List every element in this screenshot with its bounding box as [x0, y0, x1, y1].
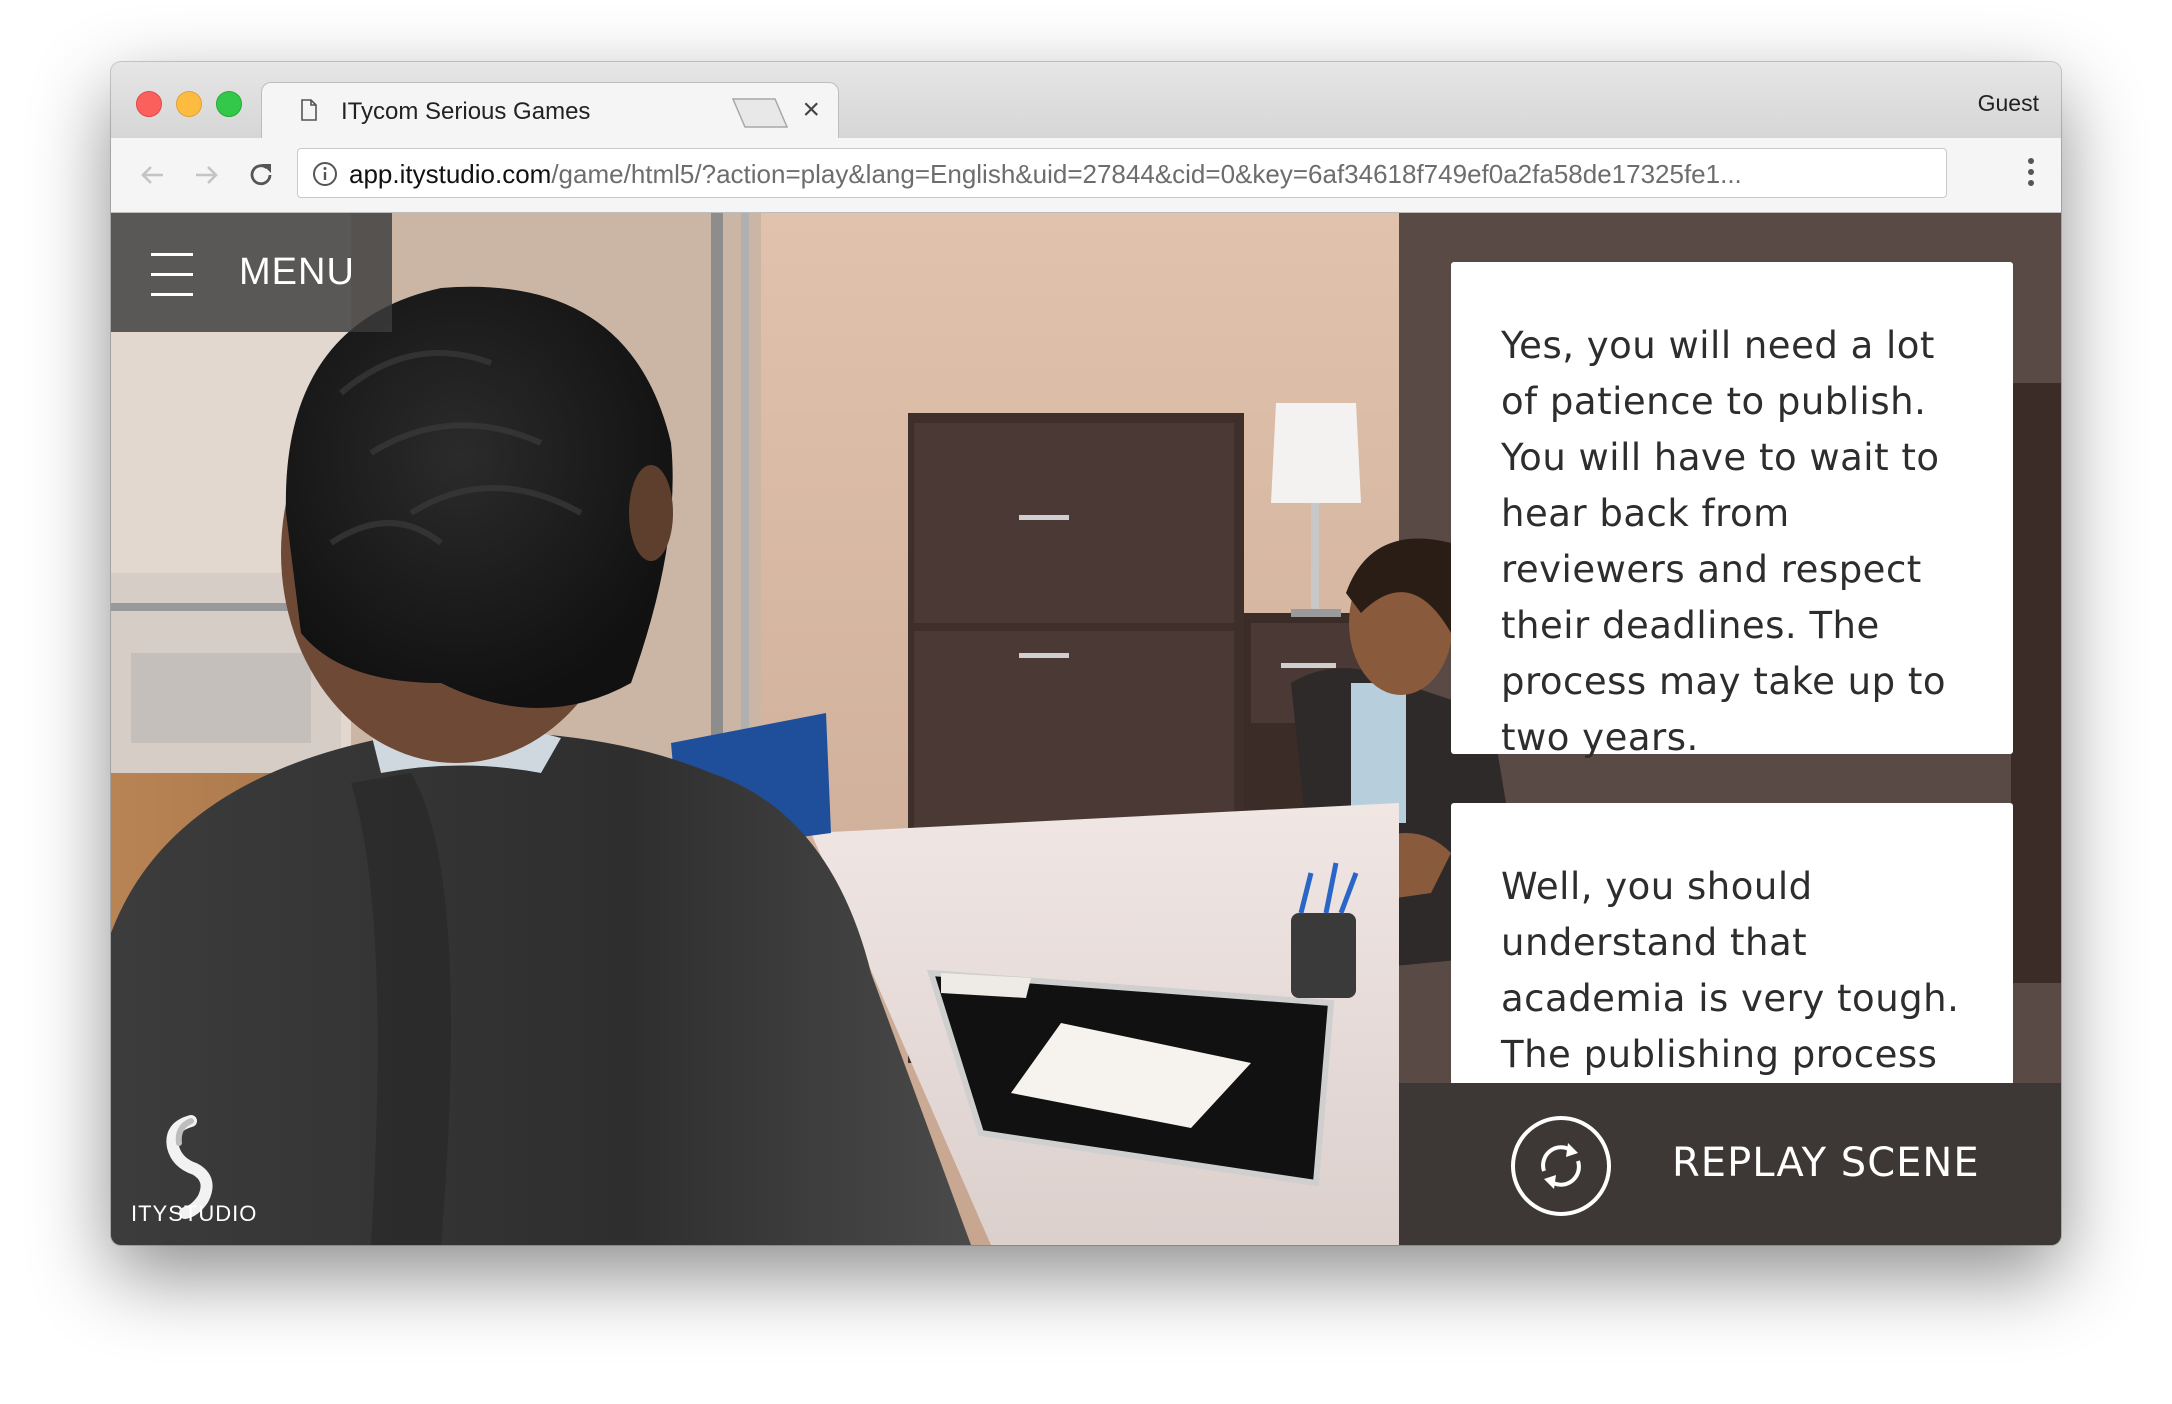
window-minimize-button[interactable]: [176, 91, 202, 117]
forward-arrow-icon[interactable]: [190, 158, 224, 192]
back-arrow-icon[interactable]: [135, 158, 169, 192]
profile-button[interactable]: Guest: [1978, 90, 2039, 117]
browser-toolbar: app.itystudio.com/game/html5/?action=pla…: [111, 138, 2061, 213]
url-text[interactable]: app.itystudio.com/game/html5/?action=pla…: [349, 159, 1929, 190]
url-path: /game/html5/?action=play&lang=English&ui…: [551, 159, 1742, 189]
answer-option-2[interactable]: Well, you should understand that academi…: [1451, 803, 2013, 1132]
browser-window: ITycom Serious Games × Guest app.itystud…: [111, 62, 2061, 1245]
address-bar[interactable]: app.itystudio.com/game/html5/?action=pla…: [297, 148, 1947, 198]
replay-icon: [1511, 1116, 1611, 1216]
title-bar: ITycom Serious Games × Guest: [111, 62, 2061, 141]
game-viewport: MENU ITYSTUDIO Yes, you will need a lot …: [111, 213, 2061, 1245]
replay-scene-button[interactable]: REPLAY SCENE: [1399, 1083, 2061, 1245]
menu-label: MENU: [239, 251, 355, 293]
document-icon: [301, 99, 317, 121]
replay-scene-label: REPLAY SCENE: [1672, 1140, 1980, 1186]
hamburger-icon: [151, 253, 193, 297]
window-close-button[interactable]: [136, 91, 162, 117]
logo-text: ITYSTUDIO: [131, 1201, 258, 1226]
new-tab-button[interactable]: [731, 97, 789, 129]
tab-title: ITycom Serious Games: [341, 98, 591, 125]
info-icon[interactable]: [312, 161, 338, 187]
browser-menu-icon[interactable]: [2027, 158, 2035, 192]
answer-option-1[interactable]: Yes, you will need a lot of patience to …: [1451, 262, 2013, 759]
tab-close-button[interactable]: ×: [802, 93, 820, 127]
menu-button[interactable]: MENU: [111, 213, 392, 332]
reload-icon[interactable]: [244, 158, 278, 192]
window-maximize-button[interactable]: [216, 91, 242, 117]
url-host: app.itystudio.com: [349, 159, 552, 189]
